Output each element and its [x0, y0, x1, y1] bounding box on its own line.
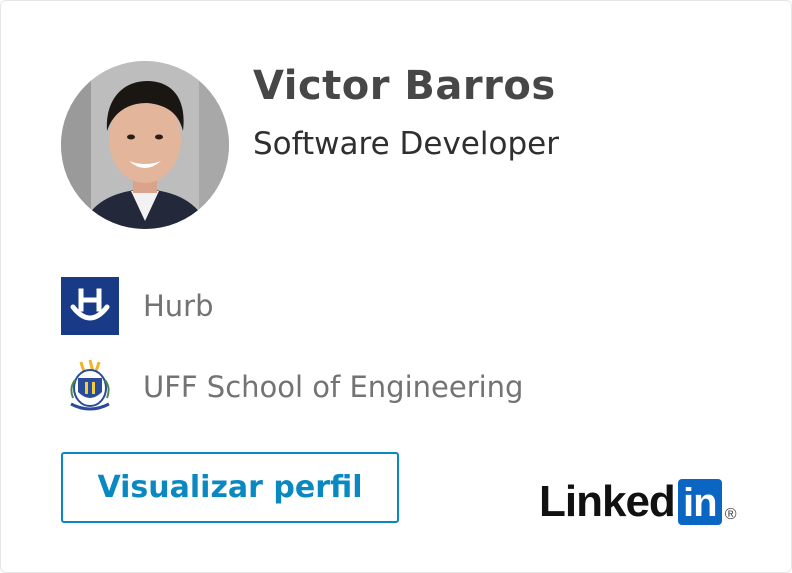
linkedin-logo[interactable]: Linked in ® — [539, 479, 737, 525]
profile-headline: Software Developer — [253, 126, 559, 162]
linkedin-profile-badge: Victor Barros Software Developer Hurb UF… — [0, 0, 792, 573]
education-row[interactable]: UFF School of Engineering — [61, 358, 523, 416]
registered-mark: ® — [724, 506, 737, 523]
linkedin-wordmark: Linked — [539, 477, 676, 526]
linkedin-in-badge: in — [677, 479, 722, 525]
profile-avatar[interactable] — [61, 61, 229, 229]
uff-crest-icon — [61, 358, 119, 416]
view-profile-button[interactable]: Visualizar perfil — [61, 452, 399, 523]
school-name[interactable]: UFF School of Engineering — [143, 370, 523, 404]
experience-row[interactable]: Hurb — [61, 277, 214, 335]
hurb-logo-icon — [61, 277, 119, 335]
profile-photo-icon — [61, 61, 229, 229]
company-name[interactable]: Hurb — [143, 289, 214, 323]
profile-name[interactable]: Victor Barros — [253, 63, 556, 109]
